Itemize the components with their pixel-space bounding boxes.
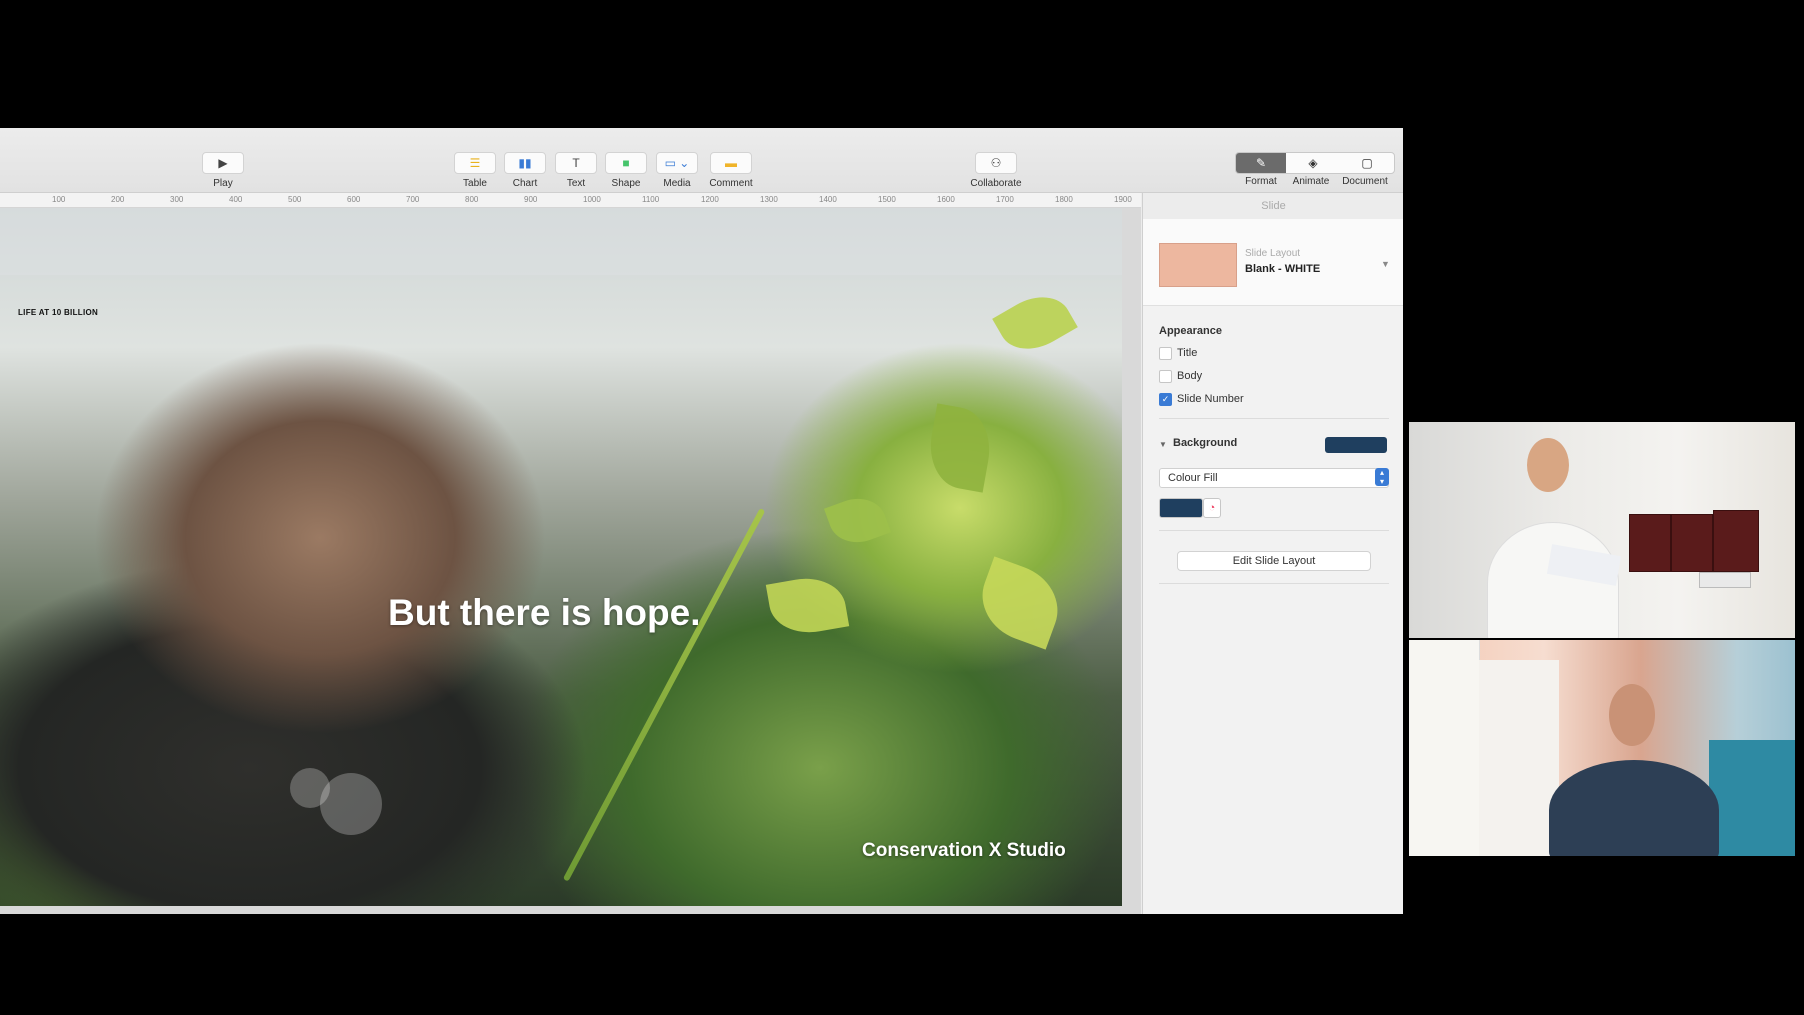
ruler-tick: 400 [229, 195, 243, 204]
collaborate-button[interactable]: ⚇ Collaborate [966, 152, 1026, 192]
ruler-tick: 800 [465, 195, 479, 204]
appearance-heading: Appearance [1159, 325, 1222, 337]
leaf [823, 489, 892, 552]
slide-top-band [0, 208, 1122, 275]
animate-icon[interactable]: ◈ [1288, 153, 1338, 173]
door [1479, 660, 1559, 856]
slide-number-checkbox-label: Slide Number [1177, 393, 1244, 405]
edit-slide-layout-button[interactable]: Edit Slide Layout [1177, 551, 1371, 571]
tab-document[interactable]: Document [1339, 176, 1391, 187]
ruler-tick: 1200 [701, 195, 719, 204]
color-wheel-icon[interactable]: ◔ [1203, 498, 1221, 518]
format-inspector: Slide Slide Layout Blank - WHITE ▼ Appea… [1142, 193, 1403, 914]
divider [1159, 583, 1389, 584]
ruler-tick: 1600 [937, 195, 955, 204]
range-hood [1699, 572, 1751, 588]
slide-headline[interactable]: But there is hope. [388, 592, 700, 634]
ruler-tick: 1800 [1055, 195, 1073, 204]
ruler-tick: 1000 [583, 195, 601, 204]
toolbar: ▶ Play ☰ Table ▮▮ Chart T Text ■ Shape ▭… [0, 128, 1403, 193]
kitchen-cabinet [1713, 510, 1759, 572]
leaf [765, 571, 850, 640]
leaf [992, 283, 1078, 363]
comment-icon: ▬ [710, 152, 752, 174]
kitchen-cabinet [1629, 514, 1671, 572]
ruler-tick: 1900 [1114, 195, 1132, 204]
divider [1159, 530, 1389, 531]
slide-canvas[interactable]: LIFE AT 10 BILLION But there is hope. Co… [0, 208, 1141, 914]
participant-head [1527, 438, 1569, 492]
select-stepper-icon: ▴ ▾ [1375, 468, 1389, 486]
chevron-down-icon[interactable]: ▼ [1381, 259, 1390, 269]
bokeh [320, 773, 382, 835]
tab-animate[interactable]: Animate [1285, 176, 1337, 187]
text-icon: T [555, 152, 597, 174]
keynote-window: ▶ Play ☰ Table ▮▮ Chart T Text ■ Shape ▭… [0, 128, 1403, 914]
ruler-tick: 200 [111, 195, 125, 204]
ruler-tick: 500 [288, 195, 302, 204]
media-icon: ▭ ⌄ [656, 152, 698, 174]
play-button[interactable]: ▶ Play [193, 152, 253, 192]
play-icon: ▶ [202, 152, 244, 174]
disclosure-triangle-icon[interactable]: ▼ [1159, 440, 1167, 449]
ruler: 100 200 300 400 500 600 700 800 900 1000 1100 1200 1… [0, 193, 1141, 208]
ruler-tick: 900 [524, 195, 538, 204]
ruler-tick: 300 [170, 195, 184, 204]
layout-thumbnail [1159, 243, 1237, 287]
background-heading[interactable]: Background [1173, 437, 1237, 449]
document-icon[interactable]: ▢ [1340, 153, 1394, 173]
title-checkbox[interactable] [1159, 347, 1172, 360]
fill-type-value: Colour Fill [1168, 472, 1218, 484]
door [1409, 640, 1480, 856]
body-checkbox[interactable] [1159, 370, 1172, 383]
participant-head [1609, 684, 1655, 746]
format-brush-icon[interactable]: ✎ [1236, 153, 1286, 173]
ruler-tick: 700 [406, 195, 420, 204]
ruler-tick: 1400 [819, 195, 837, 204]
slide[interactable]: LIFE AT 10 BILLION But there is hope. Co… [0, 208, 1122, 906]
slide-layout-selector[interactable]: Slide Layout Blank - WHITE ▼ [1143, 219, 1403, 306]
layout-name: Blank - WHITE [1245, 263, 1321, 275]
ruler-tick: 100 [52, 195, 66, 204]
media-button[interactable]: ▭ ⌄ Media [647, 152, 707, 192]
tab-format[interactable]: Format [1235, 176, 1287, 187]
divider [1159, 418, 1389, 419]
wall-decor [1709, 740, 1795, 856]
video-tile-participant-2 [1409, 640, 1795, 856]
collaborate-icon: ⚇ [975, 152, 1017, 174]
body-checkbox-label: Body [1177, 370, 1203, 382]
participant-body [1549, 760, 1719, 856]
ruler-tick: 1300 [760, 195, 778, 204]
slide-credit[interactable]: Conservation X Studio [862, 840, 1066, 862]
leaf [923, 403, 997, 493]
layout-caption: Slide Layout [1245, 248, 1301, 259]
inspector-title: Slide [1143, 193, 1403, 220]
inspector-tabs: ✎ ◈ ▢ [1235, 152, 1395, 174]
kitchen-cabinet [1671, 514, 1713, 572]
table-icon: ☰ [454, 152, 496, 174]
color-well[interactable] [1159, 498, 1203, 518]
ruler-tick: 1700 [996, 195, 1014, 204]
video-tile-participant-1 [1409, 422, 1795, 638]
leaf [970, 556, 1070, 650]
slide-number-checkbox[interactable]: ✓ [1159, 393, 1172, 406]
shape-icon: ■ [605, 152, 647, 174]
title-checkbox-label: Title [1177, 347, 1198, 359]
slide-tag[interactable]: LIFE AT 10 BILLION [18, 308, 98, 317]
chart-icon: ▮▮ [504, 152, 546, 174]
ruler-tick: 1100 [642, 195, 660, 204]
comment-button[interactable]: ▬ Comment [701, 152, 761, 192]
ruler-tick: 600 [347, 195, 361, 204]
fill-type-select[interactable]: Colour Fill ▴ ▾ [1159, 468, 1389, 488]
background-color-swatch[interactable] [1325, 437, 1387, 453]
ruler-tick: 1500 [878, 195, 896, 204]
plant-stem [562, 508, 766, 882]
